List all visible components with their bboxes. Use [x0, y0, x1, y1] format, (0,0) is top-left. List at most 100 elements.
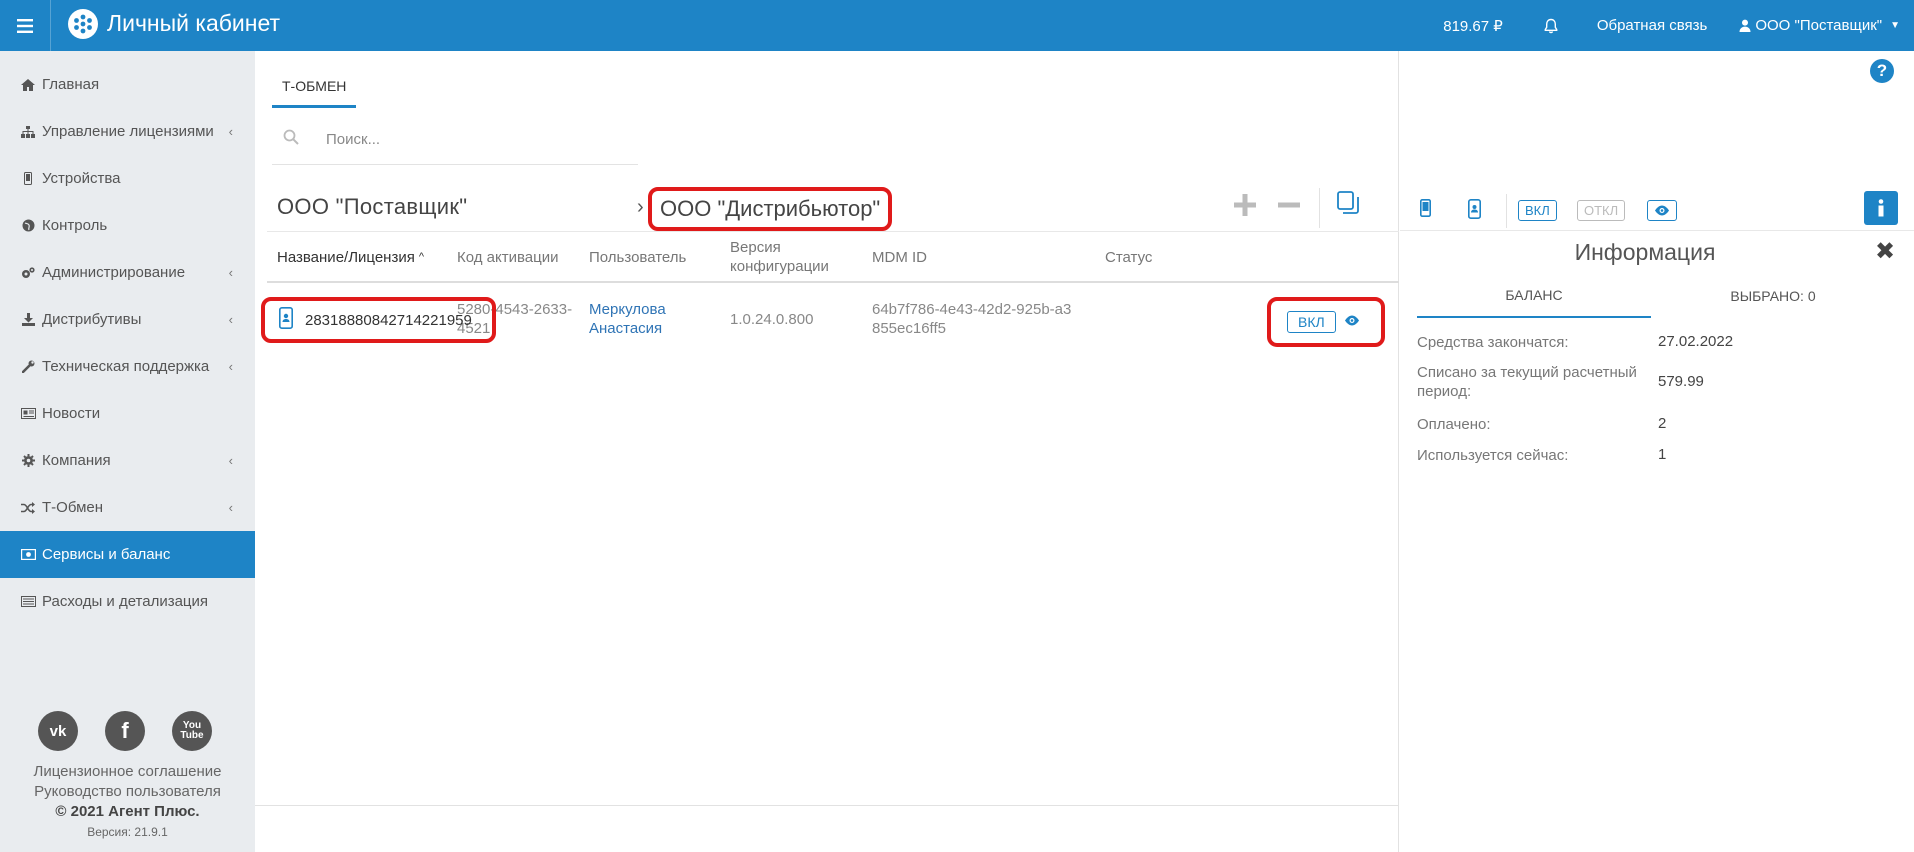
menu-toggle-button[interactable] — [0, 0, 51, 51]
info-title: Информация — [1574, 239, 1716, 265]
sidebar-item-devices[interactable]: Устройства — [0, 155, 255, 202]
eye-icon[interactable] — [1647, 200, 1677, 221]
sidebar-item-label: Расходы и детализация — [42, 593, 209, 610]
enable-button[interactable]: ВКЛ — [1518, 200, 1557, 221]
copy-icon[interactable] — [1337, 191, 1359, 220]
sidebar-item-distributives[interactable]: Дистрибутивы ‹ — [0, 296, 255, 343]
info-value-funds-end: 27.02.2022 — [1658, 333, 1734, 350]
eye-icon[interactable] — [1344, 313, 1360, 331]
table-header: Название/Лицензия ^ Код активации Пользо… — [267, 231, 1399, 283]
close-icon[interactable]: ✖ — [1875, 237, 1895, 266]
info-panel: ? ВКЛ ОТКЛ Информация ✖ БАЛАНС ВЫБРАНО: … — [1400, 51, 1914, 852]
sidebar-item-label: Контроль — [42, 217, 108, 234]
breadcrumb-supplier[interactable]: ООО "Поставщик" — [277, 194, 467, 220]
sidebar-item-admin[interactable]: Администрирование ‹ — [0, 249, 255, 296]
column-user[interactable]: Пользователь — [589, 232, 686, 282]
column-config-version[interactable]: Версия конфигурации — [730, 232, 830, 282]
wrench-icon — [20, 359, 36, 375]
user-guide-link[interactable]: Руководство пользователя — [0, 782, 255, 802]
mdm-id-cell: 64b7f786-4e43-42d2-925b-a3855ec16ff5 — [872, 301, 1072, 337]
sidebar-item-control[interactable]: Контроль — [0, 202, 255, 249]
sidebar-item-t-exchange[interactable]: Т-Обмен ‹ — [0, 484, 255, 531]
feedback-link[interactable]: Обратная связь — [1597, 17, 1708, 34]
breadcrumb-separator: › — [637, 196, 644, 218]
mobile-user-icon[interactable] — [1468, 199, 1481, 224]
info-toolbar: ВКЛ ОТКЛ — [1400, 189, 1914, 231]
user-menu[interactable]: ООО "Поставщик" ▼ — [1739, 17, 1900, 34]
tab-balance[interactable]: БАЛАНС — [1417, 274, 1651, 318]
chevron-left-icon: ‹ — [228, 265, 233, 280]
breadcrumb-distributor-label: ООО "Дистрибьютор" — [660, 196, 881, 221]
add-icon[interactable] — [1234, 193, 1256, 221]
column-name-license[interactable]: Название/Лицензия ^ — [277, 232, 424, 282]
sidebar-item-label: Сервисы и баланс — [42, 546, 171, 563]
search-icon — [283, 129, 303, 150]
sidebar-item-company[interactable]: Компания ‹ — [0, 437, 255, 484]
user-link[interactable]: Меркулова Анастасия — [589, 288, 699, 350]
column-mdm-id[interactable]: MDM ID — [872, 232, 927, 282]
sidebar-item-expenses[interactable]: Расходы и детализация — [0, 578, 255, 625]
home-icon — [20, 77, 36, 93]
globe-icon — [20, 218, 36, 234]
top-bar: Личный кабинет 819.67 ₽ Обратная связь О… — [0, 0, 1914, 51]
info-label-paid: Оплачено: — [1417, 416, 1491, 433]
info-value-paid: 2 — [1658, 415, 1667, 432]
newspaper-icon — [20, 406, 36, 422]
chevron-left-icon: ‹ — [228, 124, 233, 139]
breadcrumb-distributor[interactable]: ООО "Дистрибьютор" — [648, 187, 893, 231]
sidebar-item-news[interactable]: Новости — [0, 390, 255, 437]
sidebar-item-label: Дистрибутивы — [42, 311, 142, 328]
config-version-cell: 1.0.24.0.800 — [730, 310, 814, 328]
disable-button[interactable]: ОТКЛ — [1577, 200, 1626, 221]
info-icon[interactable] — [1864, 191, 1898, 225]
bell-icon[interactable] — [1543, 18, 1559, 34]
youtube-icon[interactable]: You Tube — [172, 711, 212, 751]
chevron-left-icon: ‹ — [228, 500, 233, 515]
facebook-icon[interactable]: f — [105, 711, 145, 751]
status-cell: ВКЛ — [1267, 297, 1385, 347]
sidebar-item-services-balance[interactable]: Сервисы и баланс — [0, 531, 264, 578]
toolbar-divider — [1506, 194, 1507, 228]
download-icon — [20, 312, 36, 328]
license-number: 28318880842714221959 — [305, 311, 472, 329]
sidebar-footer: Лицензионное соглашение Руководство поль… — [0, 762, 255, 842]
app-title: Личный кабинет — [107, 10, 281, 36]
sidebar-item-label: Управление лицензиями — [42, 123, 214, 140]
search-input[interactable] — [326, 131, 626, 148]
help-icon[interactable]: ? — [1870, 59, 1894, 83]
sidebar-item-label: Компания — [42, 452, 111, 469]
sidebar-item-label: Т-Обмен — [42, 499, 104, 516]
sidebar-item-label: Администрирование — [42, 264, 186, 281]
chevron-left-icon: ‹ — [228, 312, 233, 327]
sidebar-item-licenses[interactable]: Управление лицензиями ‹ — [0, 108, 255, 155]
sidebar-item-label: Техническая поддержка — [42, 358, 210, 375]
sort-up-icon: ^ — [418, 250, 425, 263]
balance-amount[interactable]: 819.67 ₽ — [1443, 17, 1503, 35]
cogs-icon — [20, 265, 36, 281]
gear-icon — [20, 453, 36, 469]
license-agreement-link[interactable]: Лицензионное соглашение — [0, 762, 255, 782]
sidebar: Главная Управление лицензиями ‹ Устройст… — [0, 51, 264, 852]
user-name: ООО "Поставщик" — [1755, 17, 1883, 34]
column-status[interactable]: Статус — [1105, 232, 1152, 282]
mobile-icon — [20, 171, 36, 187]
license-cell[interactable]: 28318880842714221959 — [261, 297, 496, 343]
tab-t-exchange[interactable]: Т-ОБМЕН — [272, 67, 357, 108]
info-label-funds-end: Средства закончатся: — [1417, 334, 1569, 351]
sidebar-item-label: Устройства — [42, 170, 121, 187]
vk-icon[interactable]: vk — [38, 711, 78, 751]
app-logo[interactable] — [68, 9, 98, 39]
column-activation-code[interactable]: Код активации — [457, 232, 558, 282]
sidebar-item-support[interactable]: Техническая поддержка ‹ — [0, 343, 255, 390]
sidebar-item-label: Новости — [42, 405, 101, 422]
sidebar-item-label: Главная — [42, 76, 100, 93]
bottom-divider — [255, 805, 1399, 806]
copyright-text: © 2021 Агент Плюс. — [55, 803, 200, 820]
tab-selected[interactable]: ВЫБРАНО: 0 — [1656, 274, 1890, 318]
status-on-button[interactable]: ВКЛ — [1287, 311, 1336, 333]
sidebar-item-home[interactable]: Главная — [0, 61, 255, 108]
column-label: Название/Лицензия — [277, 248, 415, 266]
mobile-icon[interactable] — [1420, 199, 1431, 222]
remove-icon[interactable] — [1278, 193, 1300, 221]
list-icon — [20, 594, 36, 610]
